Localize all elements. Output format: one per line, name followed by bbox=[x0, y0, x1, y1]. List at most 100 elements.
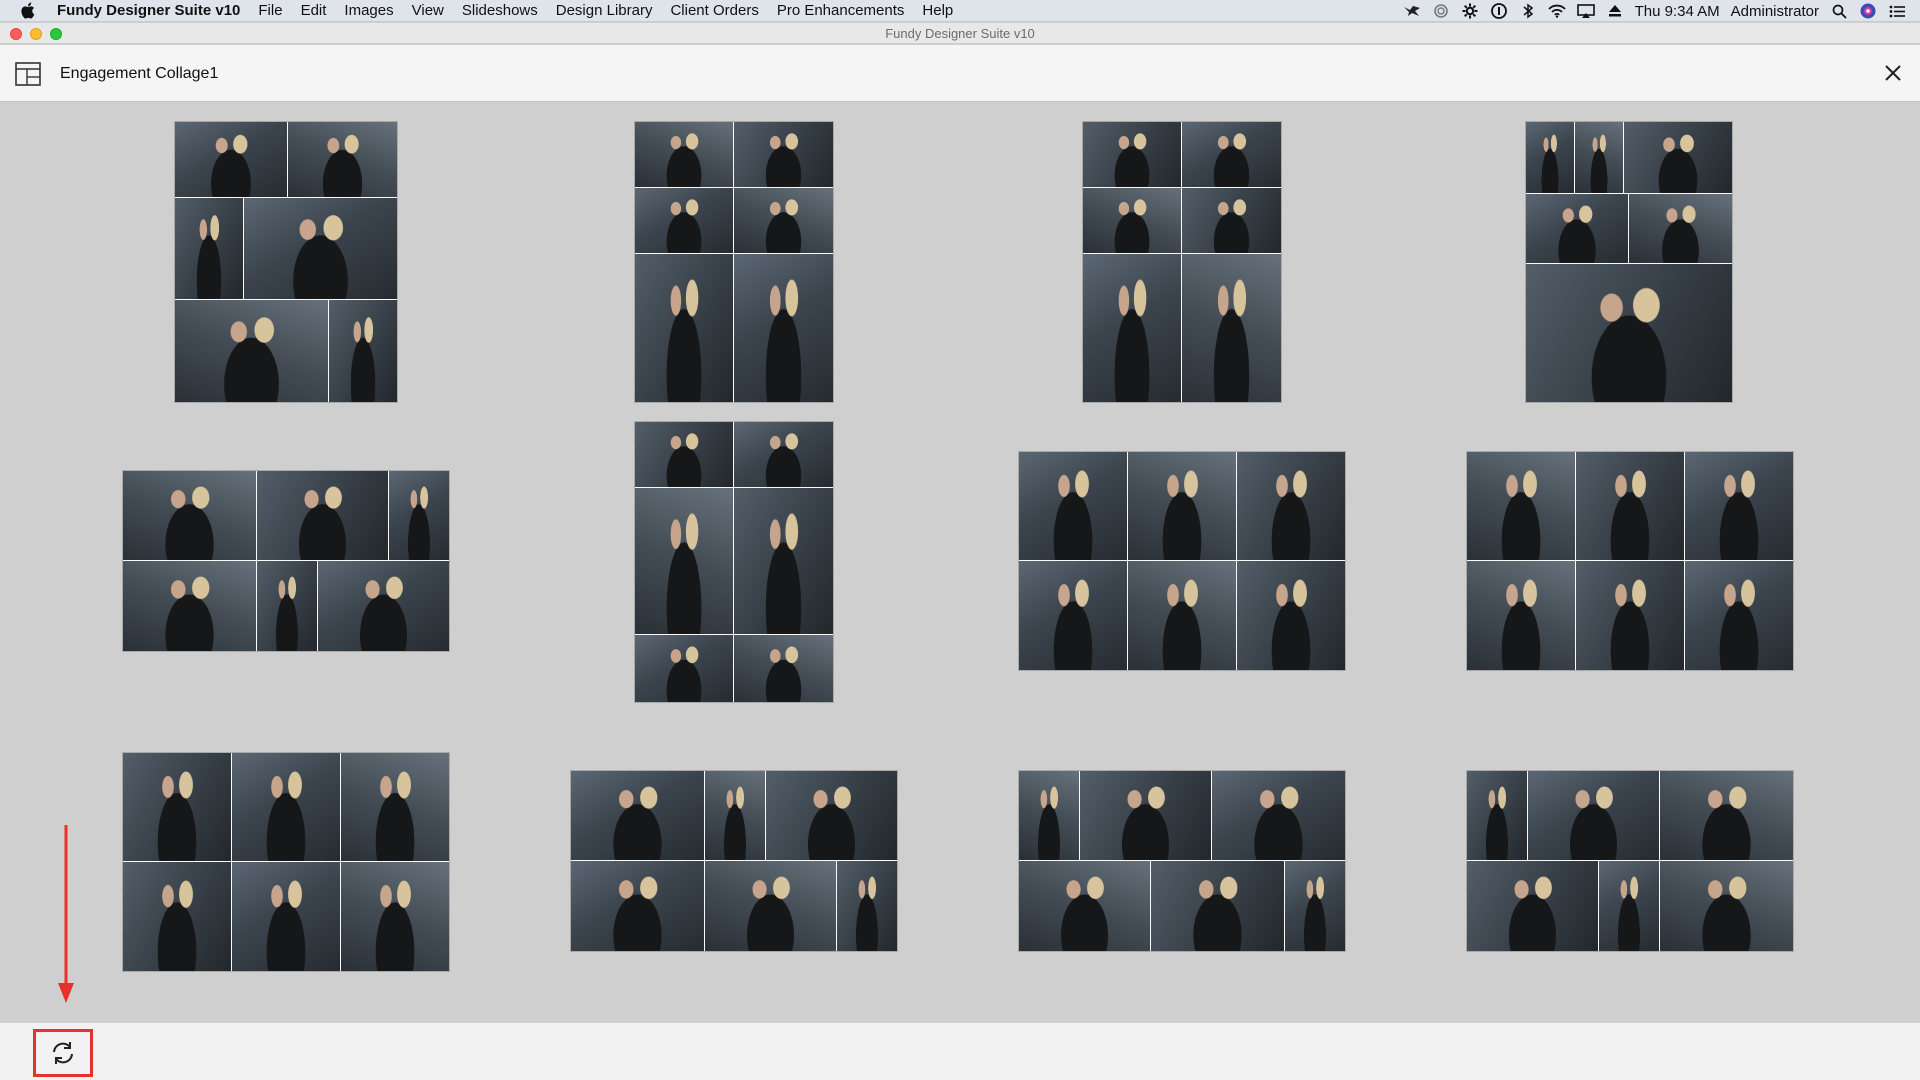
close-icon[interactable] bbox=[1882, 62, 1904, 84]
collage-photo bbox=[1080, 771, 1211, 860]
collage-photo bbox=[705, 861, 836, 951]
collage-photo bbox=[341, 753, 449, 861]
collage-template-10[interactable] bbox=[571, 771, 897, 951]
collage-photo bbox=[635, 122, 733, 187]
airplay-icon[interactable] bbox=[1576, 3, 1595, 19]
collage-template-7[interactable] bbox=[1019, 452, 1345, 670]
collage-photo bbox=[1660, 861, 1793, 951]
menu-design-library[interactable]: Design Library bbox=[547, 0, 662, 22]
collage-template-6[interactable] bbox=[635, 422, 833, 702]
collage-photo bbox=[123, 862, 231, 971]
menu-user[interactable]: Administrator bbox=[1731, 3, 1819, 20]
collage-photo bbox=[766, 771, 897, 860]
bluetooth-icon[interactable] bbox=[1519, 3, 1537, 19]
bottom-toolbar bbox=[0, 1022, 1920, 1080]
collage-template-2[interactable] bbox=[635, 122, 833, 402]
cloud-icon[interactable] bbox=[1432, 3, 1450, 19]
menu-file[interactable]: File bbox=[249, 0, 291, 22]
app-header: Engagement Collage1 bbox=[0, 45, 1920, 102]
collage-photo bbox=[635, 254, 733, 402]
collage-photo bbox=[1528, 771, 1659, 860]
spotlight-search-icon[interactable] bbox=[1830, 3, 1848, 19]
collage-template-3[interactable] bbox=[1083, 122, 1281, 402]
collage-photo bbox=[734, 188, 833, 253]
collage-photo bbox=[635, 635, 733, 702]
collage-photo bbox=[734, 635, 833, 702]
menu-slideshows[interactable]: Slideshows bbox=[453, 0, 547, 22]
bird-icon[interactable] bbox=[1403, 3, 1421, 19]
collage-photo bbox=[734, 254, 833, 402]
collage-photo bbox=[1212, 771, 1345, 860]
collage-photo bbox=[1624, 122, 1732, 193]
collage-photo bbox=[705, 771, 765, 860]
menu-edit[interactable]: Edit bbox=[292, 0, 336, 22]
document-title: Engagement Collage1 bbox=[60, 65, 219, 82]
collage-photo bbox=[1237, 561, 1345, 670]
apple-icon[interactable] bbox=[17, 1, 37, 21]
menu-client-orders[interactable]: Client Orders bbox=[661, 0, 767, 22]
collage-photo bbox=[1467, 561, 1575, 670]
notification-center-icon[interactable] bbox=[1888, 3, 1906, 19]
collage-photo bbox=[389, 471, 449, 560]
collage-template-4[interactable] bbox=[1526, 122, 1732, 402]
onepassword-icon[interactable] bbox=[1490, 3, 1508, 19]
wifi-icon[interactable] bbox=[1547, 3, 1566, 19]
collage-template-5[interactable] bbox=[123, 471, 449, 651]
collage-template-1[interactable] bbox=[175, 122, 397, 402]
collage-photo bbox=[1526, 122, 1574, 193]
collage-photo bbox=[1182, 188, 1281, 253]
collage-photo bbox=[635, 188, 733, 253]
menu-app-name[interactable]: Fundy Designer Suite v10 bbox=[49, 0, 249, 22]
collage-photo bbox=[1182, 122, 1281, 187]
collage-photo bbox=[341, 862, 449, 971]
collage-photo bbox=[1083, 254, 1181, 402]
collage-photo bbox=[1128, 452, 1236, 560]
menu-pro-enhancements[interactable]: Pro Enhancements bbox=[768, 0, 914, 22]
menu-images[interactable]: Images bbox=[335, 0, 402, 22]
eject-icon[interactable] bbox=[1606, 3, 1624, 19]
layout-icon[interactable] bbox=[15, 62, 41, 86]
collage-photo bbox=[123, 471, 256, 560]
collage-template-11[interactable] bbox=[1019, 771, 1345, 951]
collage-photo bbox=[635, 422, 733, 487]
collage-photo bbox=[1083, 122, 1181, 187]
collage-photo bbox=[288, 122, 397, 197]
collage-photo bbox=[1285, 861, 1345, 951]
refresh-button[interactable] bbox=[33, 1029, 93, 1077]
collage-photo bbox=[571, 861, 704, 951]
collage-photo bbox=[1237, 452, 1345, 560]
gear-icon[interactable] bbox=[1461, 3, 1479, 19]
collage-photo bbox=[1083, 188, 1181, 253]
window-title-bar: Fundy Designer Suite v10 bbox=[0, 23, 1920, 44]
collage-photo bbox=[1575, 122, 1623, 193]
collage-photo bbox=[1660, 771, 1793, 860]
collage-photo bbox=[123, 561, 256, 651]
collage-photo bbox=[837, 861, 897, 951]
collage-photo bbox=[1685, 452, 1793, 560]
collage-photo bbox=[571, 771, 704, 860]
menu-clock[interactable]: Thu 9:34 AM bbox=[1635, 3, 1720, 20]
collage-template-12[interactable] bbox=[1467, 771, 1793, 951]
collage-photo bbox=[175, 198, 243, 299]
collage-photo bbox=[232, 862, 340, 971]
menu-view[interactable]: View bbox=[403, 0, 453, 22]
collage-photo bbox=[175, 300, 328, 402]
collage-template-9[interactable] bbox=[123, 753, 449, 971]
collage-photo bbox=[232, 753, 340, 861]
collage-photo bbox=[734, 488, 833, 634]
window-title: Fundy Designer Suite v10 bbox=[885, 26, 1035, 41]
collage-photo bbox=[1526, 194, 1628, 263]
collage-photo bbox=[1128, 561, 1236, 670]
menu-help[interactable]: Help bbox=[913, 0, 962, 22]
collage-photo bbox=[1019, 771, 1079, 860]
collage-photo bbox=[1467, 861, 1598, 951]
status-area: Thu 9:34 AM Administrator bbox=[1403, 0, 1906, 22]
siri-icon[interactable] bbox=[1859, 3, 1877, 19]
collage-photo bbox=[635, 488, 733, 634]
collage-photo bbox=[257, 471, 388, 560]
collage-photo bbox=[1685, 561, 1793, 670]
annotation-arrow-icon bbox=[58, 825, 74, 1003]
collage-photo bbox=[1576, 561, 1684, 670]
collage-photo bbox=[1151, 861, 1284, 951]
collage-template-8[interactable] bbox=[1467, 452, 1793, 670]
